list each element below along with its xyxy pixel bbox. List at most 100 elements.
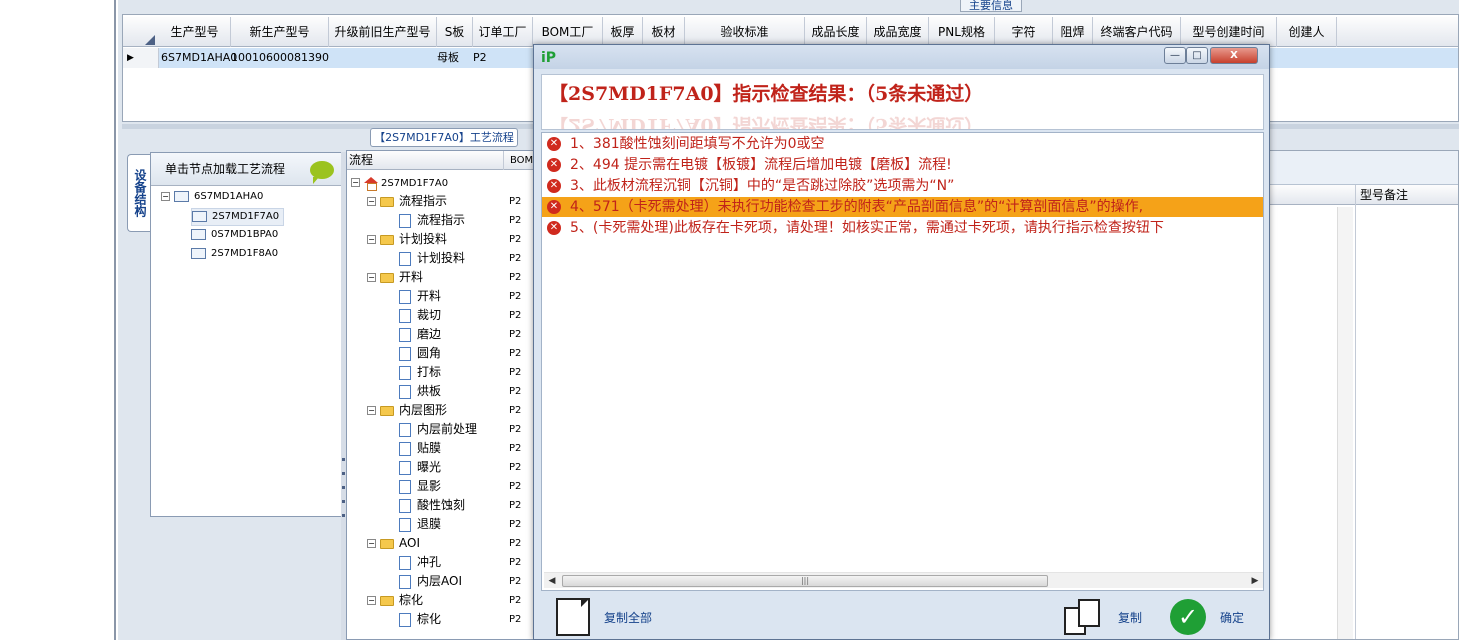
dialog-titlebar[interactable]: iP — □ X <box>534 45 1269 69</box>
grid-header: 生产型号 新生产型号 升级前旧生产型号 S板 订单工厂 BOM工厂 板厚 板材 … <box>123 17 1458 47</box>
ok-label: 确定 <box>1220 610 1245 625</box>
collapse-icon[interactable]: − <box>161 191 170 201</box>
flow-group-node[interactable]: − AOI <box>367 534 420 553</box>
scroll-thumb[interactable]: ||| <box>562 575 1048 587</box>
close-button[interactable]: X <box>1210 47 1258 64</box>
grid-corner-icon <box>145 35 155 45</box>
flow-node-label: 计划投料 <box>399 232 448 246</box>
vertical-scrollbar[interactable] <box>1337 207 1353 639</box>
flow-tree-root[interactable]: − 2S7MD1F7A0 <box>351 173 448 193</box>
flow-step-node[interactable]: 打标 <box>399 363 441 382</box>
col-bom-factory[interactable]: BOM工厂 <box>533 17 603 47</box>
speech-bubble-icon <box>310 161 334 184</box>
flow-group-node[interactable]: − 计划投料 <box>367 230 447 249</box>
collapse-icon[interactable]: − <box>367 596 376 605</box>
tree-child-1[interactable]: 2S7MD1F7A0 <box>191 208 285 226</box>
flow-group-node[interactable]: − 开料 <box>367 268 423 287</box>
flow-node-label: 棕化 <box>399 593 424 607</box>
col-prod-model[interactable]: 生产型号 <box>159 17 231 47</box>
folder-icon <box>380 405 394 416</box>
col-model-remark[interactable]: 型号备注 <box>1355 185 1458 205</box>
flow-step-node[interactable]: 曝光 <box>399 458 441 477</box>
flow-node-bom: P2 <box>509 576 522 587</box>
flow-group-node[interactable]: − 流程指示 <box>367 192 447 211</box>
col-pnl[interactable]: PNL规格 <box>929 17 995 47</box>
col-creator[interactable]: 创建人 <box>1277 17 1337 47</box>
col-acceptance[interactable]: 验收标准 <box>685 17 805 47</box>
col-width[interactable]: 成品宽度 <box>867 17 929 47</box>
tree-child-3[interactable]: 2S7MD1F8A0 <box>191 246 278 262</box>
flow-step-node[interactable]: 流程指示 <box>399 211 465 230</box>
collapse-icon[interactable]: − <box>351 178 360 187</box>
document-icon <box>399 251 411 266</box>
maximize-button[interactable]: □ <box>1186 47 1208 64</box>
collapse-icon[interactable]: − <box>367 406 376 415</box>
collapse-icon[interactable]: − <box>367 197 376 206</box>
flow-step-node[interactable]: 冲孔 <box>399 553 441 572</box>
flow-step-node[interactable]: 计划投料 <box>399 249 465 268</box>
copy-all-button[interactable]: 复制全部 <box>556 597 652 637</box>
node-icon <box>192 210 207 222</box>
col-create-time[interactable]: 型号创建时间 <box>1181 17 1277 47</box>
flow-step-node[interactable]: 烘板 <box>399 382 441 401</box>
flow-step-node[interactable]: 圆角 <box>399 344 441 363</box>
flow-group-node[interactable]: − 内层图形 <box>367 401 447 420</box>
flow-step-node[interactable]: 贴膜 <box>399 439 441 458</box>
copy-button[interactable]: 复制 <box>1064 597 1142 637</box>
collapse-icon[interactable]: − <box>367 539 376 548</box>
collapse-icon[interactable]: − <box>367 273 376 282</box>
flow-group-node[interactable]: − 棕化 <box>367 591 423 610</box>
flow-step-node[interactable]: 棕化 <box>399 610 441 629</box>
ok-button[interactable]: ✓ 确定 <box>1170 597 1244 637</box>
tree-child-2[interactable]: 0S7MD1BPA0 <box>191 227 278 243</box>
col-customer-code[interactable]: 终端客户代码 <box>1093 17 1181 47</box>
node-icon <box>191 247 206 259</box>
process-flow-panel: 流程 BOM] −2S7MD1F7A0−流程指示 P2 流程指示 P2 − 计划投料 P2 计… <box>346 150 534 640</box>
error-icon: ✕ <box>547 137 561 151</box>
col-bom[interactable]: BOM] <box>503 151 533 170</box>
tree-root[interactable]: − 6S7MD1AHA0 <box>161 189 263 205</box>
flow-step-node[interactable]: 酸性蚀刻 <box>399 496 465 515</box>
col-material[interactable]: 板材 <box>643 17 685 47</box>
scroll-right-icon[interactable]: ▶ <box>1247 573 1263 589</box>
row-indicator-icon: ▶ <box>123 48 159 68</box>
flow-node-bom: P2 <box>509 272 522 283</box>
check-message-item[interactable]: ✕ 1、381酸性蚀刻间距填写不允许为0或空 <box>542 134 1263 154</box>
check-message-item[interactable]: ✕ 4、571（卡死需处理）未执行功能检查工步的附表“产品剖面信息”的“计算剖面信… <box>542 197 1263 217</box>
flow-step-node[interactable]: 显影 <box>399 477 441 496</box>
col-old-model[interactable]: 升级前旧生产型号 <box>329 17 437 47</box>
flow-node-bom: P2 <box>509 500 522 511</box>
flow-step-node[interactable]: 裁切 <box>399 306 441 325</box>
document-icon <box>399 517 411 532</box>
check-message-item[interactable]: ✕ 2、494 提示需在电镀【板镀】流程后增加电镀【磨板】流程! <box>542 155 1263 175</box>
flow-step-node[interactable]: 退膜 <box>399 515 441 534</box>
flow-node-bom: P2 <box>509 424 522 435</box>
collapse-icon[interactable]: − <box>367 235 376 244</box>
flow-step-node[interactable]: 内层前处理 <box>399 420 477 439</box>
flow-node-bom: P2 <box>509 462 522 473</box>
flow-step-node[interactable]: 内层AOI <box>399 572 462 591</box>
check-message-item[interactable]: ✕ 5、(卡死需处理)此板存在卡死项，请处理！如核实正常，需通过卡死项，请执行指示… <box>542 218 1263 238</box>
col-order-factory[interactable]: 订单工厂 <box>473 17 533 47</box>
col-s-board[interactable]: S板 <box>437 17 473 47</box>
document-icon <box>399 384 411 399</box>
document-icon <box>399 460 411 475</box>
scroll-left-icon[interactable]: ◀ <box>544 573 560 589</box>
tab-device-structure[interactable]: 设备结构 <box>127 154 151 232</box>
col-thickness[interactable]: 板厚 <box>603 17 643 47</box>
col-new-model[interactable]: 新生产型号 <box>231 17 329 47</box>
check-message-item[interactable]: ✕ 3、此板材流程沉铜【沉铜】中的“是否跳过除胶”选项需为“N” <box>542 176 1263 196</box>
flow-step-node[interactable]: 磨边 <box>399 325 441 344</box>
col-flow[interactable]: 流程 <box>349 151 373 170</box>
horizontal-scrollbar[interactable]: ◀ ||| ▶ <box>544 572 1263 588</box>
flow-node-bom: P2 <box>509 291 522 302</box>
check-message-text: 4、571（卡死需处理）未执行功能检查工步的附表“产品剖面信息”的“计算剖面信息… <box>570 199 1144 215</box>
flow-node-bom: P2 <box>509 481 522 492</box>
col-length[interactable]: 成品长度 <box>805 17 867 47</box>
dialog-title: 【2S7MD1F7A0】指示检查结果：（5条未通过） <box>549 83 984 105</box>
col-solder[interactable]: 阻焊 <box>1053 17 1093 47</box>
minimize-button[interactable]: — <box>1164 47 1186 64</box>
flow-step-node[interactable]: 开料 <box>399 287 441 306</box>
document-icon <box>399 441 411 456</box>
col-char[interactable]: 字符 <box>995 17 1053 47</box>
